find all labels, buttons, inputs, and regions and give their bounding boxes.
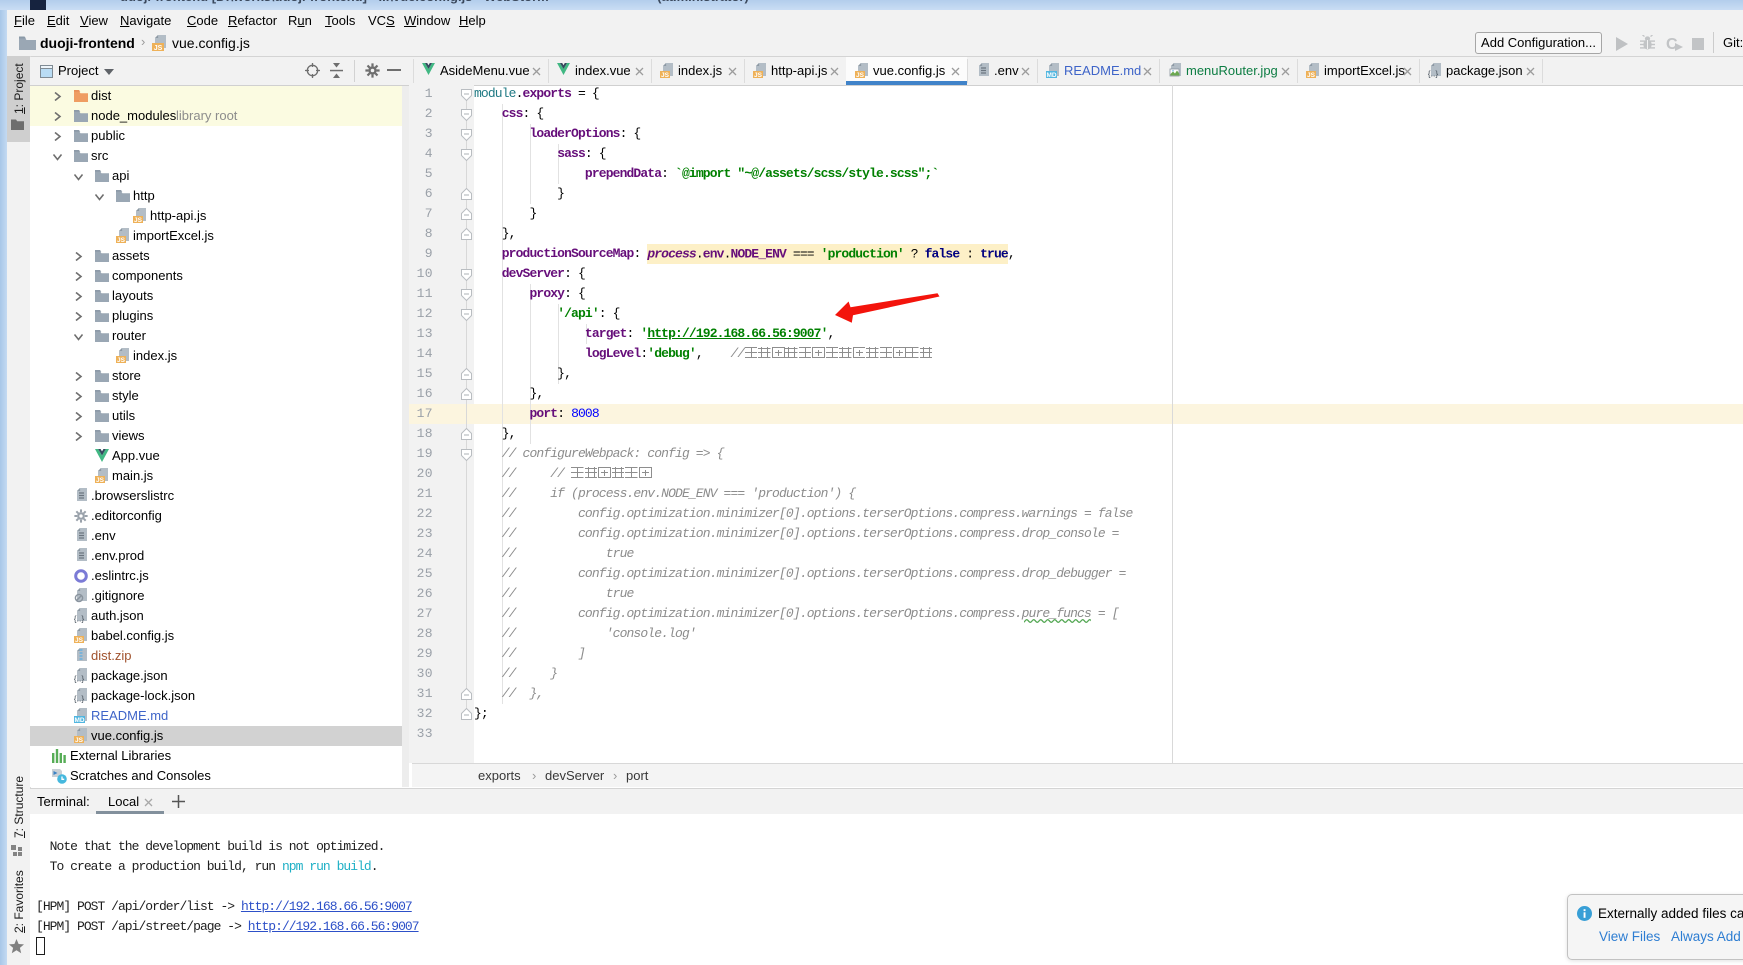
svg-text:MD: MD [74, 717, 84, 724]
svg-text:JS: JS [75, 737, 84, 744]
svg-text:JS: JS [117, 237, 126, 244]
svg-text:MD: MD [1046, 72, 1056, 79]
svg-text:JS: JS [1307, 72, 1316, 79]
svg-text:{..}: {..} [74, 614, 84, 624]
svg-text:JS: JS [117, 357, 126, 364]
svg-text:{..}: {..} [1428, 69, 1438, 79]
svg-text:JS: JS [154, 45, 163, 52]
svg-text:JS: JS [96, 477, 105, 484]
svg-text:JS: JS [134, 217, 143, 224]
svg-text:JS: JS [75, 637, 84, 644]
svg-text:JS: JS [754, 72, 763, 79]
svg-text:{..}: {..} [74, 694, 84, 704]
svg-text:{..}: {..} [74, 674, 84, 684]
svg-text:JS: JS [661, 72, 670, 79]
svg-text:JS: JS [856, 72, 865, 79]
